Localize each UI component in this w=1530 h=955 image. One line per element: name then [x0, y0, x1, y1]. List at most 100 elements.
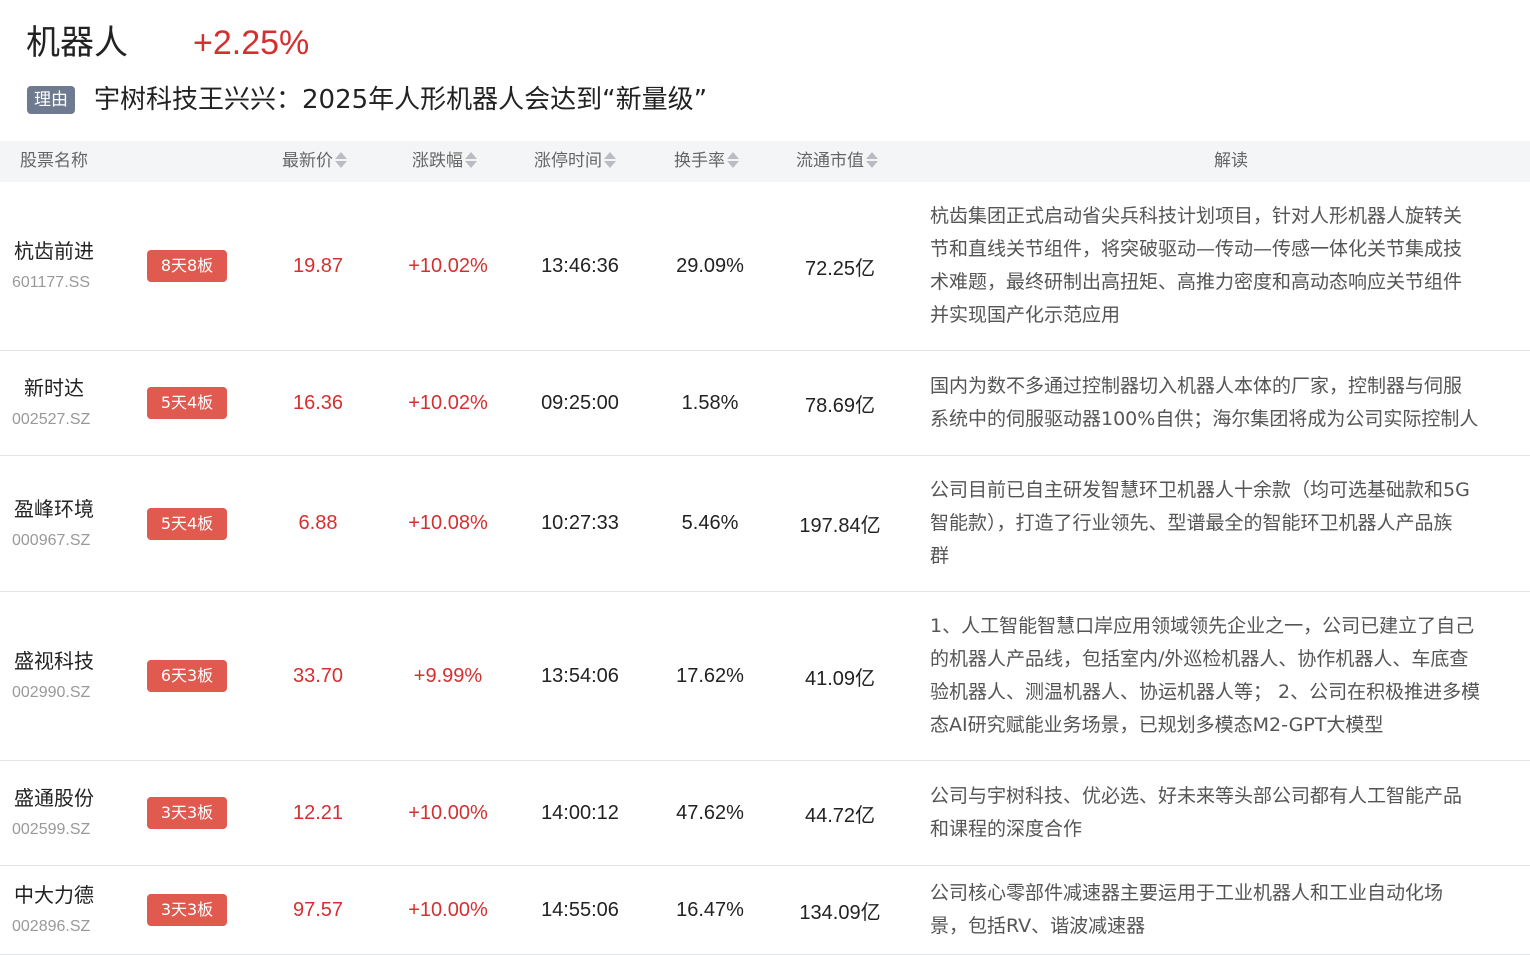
- limit-streak-cell: 5天4板: [147, 351, 227, 455]
- limit-streak-badge: 5天4板: [147, 387, 227, 419]
- float-cap: 72.25亿: [804, 257, 876, 280]
- change: +10.00%: [408, 898, 488, 921]
- col-header-change[interactable]: 涨跌幅: [412, 141, 477, 182]
- turnover: 47.62%: [676, 801, 744, 824]
- sector-header: 机器人 +2.25% 理由 宇树科技王兴兴：2025年人形机器人会达到“新量级”: [0, 0, 1530, 140]
- col-header-limit-time[interactable]: 涨停时间: [534, 141, 616, 182]
- desc-text: 杭齿集团正式启动省尖兵科技计划项目，针对人形机器人旋转关 节和直线关节组件，将突…: [930, 205, 1463, 326]
- stock-code: 000967.SZ: [12, 531, 91, 549]
- table-row[interactable]: 盈峰环境 000967.SZ 5天4板 6.88 +10.08% 10:27:3…: [0, 456, 1530, 592]
- table-row[interactable]: 盛视科技 002990.SZ 6天3板 33.70 +9.99% 13:54:0…: [0, 592, 1530, 761]
- price: 33.70: [292, 664, 344, 687]
- stock-name-cell: 中大力德 002896.SZ: [12, 866, 132, 954]
- float-cap: 44.72亿: [804, 804, 876, 827]
- change: +10.00%: [408, 801, 488, 824]
- desc-cell: 1、人工智能智慧口岸应用领域领先企业之一，公司已建立了自己 的机器人产品线，包括…: [930, 592, 1530, 760]
- stock-name[interactable]: 盈峰环境: [12, 495, 94, 523]
- limit-streak-cell: 3天3板: [147, 761, 227, 865]
- turnover: 5.46%: [681, 512, 739, 534]
- table-row[interactable]: 杭齿前进 601177.SS 8天8板 19.87 +10.02% 13:46:…: [0, 182, 1530, 351]
- price: 19.87: [292, 254, 344, 277]
- stock-name-cell: 新时达 002527.SZ: [12, 351, 132, 455]
- limit-time: 13:54:06: [541, 664, 619, 687]
- stock-name[interactable]: 盛视科技: [12, 647, 94, 675]
- desc-cell: 公司目前已自主研发智慧环卫机器人十余款（均可选基础款和5G 智能款），打造了行业…: [930, 456, 1530, 591]
- float-cap: 134.09亿: [799, 901, 881, 924]
- price: 6.88: [298, 512, 338, 534]
- change: +10.02%: [408, 391, 488, 414]
- limit-streak-cell: 6天3板: [147, 592, 227, 760]
- reason-text: 宇树科技王兴兴：2025年人形机器人会达到“新量级”: [94, 85, 708, 115]
- desc-text: 公司核心零部件减速器主要运用于工业机器人和工业自动化场 景，包括RV、谐波减速器: [930, 882, 1444, 937]
- desc-cell: 公司与宇树科技、优必选、好未来等头部公司都有人工智能产品 和课程的深度合作: [930, 761, 1530, 865]
- col-header-float-cap-label: 流通市值: [796, 151, 864, 171]
- sort-icon[interactable]: [604, 151, 616, 169]
- table-row[interactable]: 中大力德 002896.SZ 3天3板 97.57 +10.00% 14:55:…: [0, 866, 1530, 955]
- limit-streak-badge: 8天8板: [147, 250, 227, 282]
- sort-icon[interactable]: [335, 151, 347, 169]
- desc-cell: 杭齿集团正式启动省尖兵科技计划项目，针对人形机器人旋转关 节和直线关节组件，将突…: [930, 182, 1530, 350]
- turnover: 1.58%: [681, 391, 739, 414]
- sort-icon[interactable]: [465, 151, 477, 169]
- limit-streak-badge: 6天3板: [147, 660, 227, 692]
- stock-name-cell: 杭齿前进 601177.SS: [12, 182, 132, 350]
- float-cap: 41.09亿: [804, 667, 876, 690]
- table-row[interactable]: 新时达 002527.SZ 5天4板 16.36 +10.02% 09:25:0…: [0, 351, 1530, 456]
- col-header-price-label: 最新价: [282, 151, 333, 171]
- stock-code: 002527.SZ: [12, 411, 91, 428]
- col-header-desc-label: 解读: [1214, 151, 1248, 171]
- col-header-name-label: 股票名称: [20, 151, 88, 171]
- change: +10.08%: [408, 512, 488, 534]
- stock-name[interactable]: 中大力德: [12, 881, 94, 909]
- stock-name-cell: 盛视科技 002990.SZ: [12, 592, 132, 760]
- sort-icon[interactable]: [866, 151, 878, 169]
- desc-text: 1、人工智能智慧口岸应用领域领先企业之一，公司已建立了自己 的机器人产品线，包括…: [930, 615, 1481, 736]
- stock-code: 002599.SZ: [12, 821, 91, 838]
- limit-time: 13:46:36: [541, 254, 619, 277]
- desc-text: 公司目前已自主研发智慧环卫机器人十余款（均可选基础款和5G 智能款），打造了行业…: [930, 479, 1470, 567]
- limit-streak-badge: 5天4板: [147, 507, 227, 540]
- limit-streak-cell: 5天4板: [147, 456, 227, 591]
- reason-tag: 理由: [27, 86, 75, 114]
- price: 12.21: [292, 801, 344, 824]
- turnover: 16.47%: [676, 898, 744, 921]
- desc-cell: 国内为数不多通过控制器切入机器人本体的厂家，控制器与伺服 系统中的伺服驱动器10…: [930, 351, 1530, 455]
- col-header-desc: 解读: [1214, 141, 1248, 182]
- limit-streak-badge: 3天3板: [147, 894, 227, 926]
- stock-code: 002990.SZ: [12, 684, 91, 701]
- col-header-turnover[interactable]: 换手率: [674, 141, 739, 182]
- stock-name-cell: 盈峰环境 000967.SZ: [12, 456, 132, 591]
- stock-name[interactable]: 新时达: [12, 374, 84, 402]
- turnover: 17.62%: [676, 664, 744, 687]
- col-header-change-label: 涨跌幅: [412, 151, 463, 171]
- limit-time: 14:55:06: [541, 898, 619, 921]
- desc-cell: 公司核心零部件减速器主要运用于工业机器人和工业自动化场 景，包括RV、谐波减速器: [930, 866, 1530, 954]
- change: +10.02%: [408, 254, 488, 277]
- change: +9.99%: [413, 664, 483, 687]
- limit-time: 14:00:12: [541, 801, 619, 824]
- desc-text: 公司与宇树科技、优必选、好未来等头部公司都有人工智能产品 和课程的深度合作: [930, 785, 1463, 840]
- price: 16.36: [292, 391, 344, 414]
- table-row[interactable]: 盛通股份 002599.SZ 3天3板 12.21 +10.00% 14:00:…: [0, 761, 1530, 866]
- col-header-turnover-label: 换手率: [674, 151, 725, 171]
- stock-code: 601177.SS: [12, 274, 90, 291]
- float-cap: 197.84亿: [799, 515, 881, 537]
- sector-name: 机器人: [26, 23, 128, 63]
- stock-name-cell: 盛通股份 002599.SZ: [12, 761, 132, 865]
- stock-code: 002896.SZ: [12, 918, 91, 935]
- limit-streak-badge: 3天3板: [147, 797, 227, 829]
- table-header: 股票名称 最新价 涨跌幅 涨停时间 换手率 流通市值 解读: [0, 141, 1530, 182]
- limit-time: 10:27:33: [541, 512, 619, 534]
- sector-change: +2.25%: [193, 24, 310, 62]
- stock-name[interactable]: 杭齿前进: [12, 237, 94, 265]
- turnover: 29.09%: [676, 254, 744, 277]
- col-header-float-cap[interactable]: 流通市值: [796, 141, 878, 182]
- col-header-limit-time-label: 涨停时间: [534, 151, 602, 171]
- sort-icon[interactable]: [727, 151, 739, 169]
- stock-name[interactable]: 盛通股份: [12, 784, 94, 812]
- price: 97.57: [292, 898, 344, 921]
- limit-time: 09:25:00: [541, 391, 619, 414]
- desc-text: 国内为数不多通过控制器切入机器人本体的厂家，控制器与伺服 系统中的伺服驱动器10…: [930, 375, 1479, 430]
- float-cap: 78.69亿: [804, 394, 876, 417]
- col-header-price[interactable]: 最新价: [282, 141, 347, 182]
